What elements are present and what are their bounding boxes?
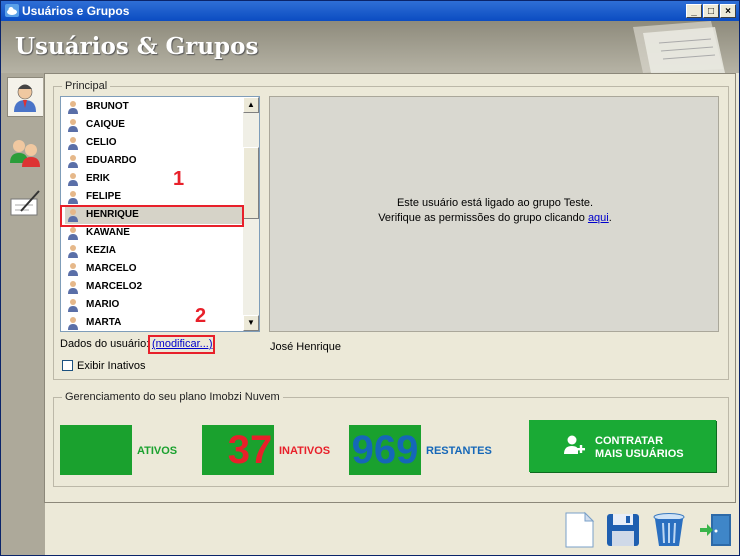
active-count-value (60, 425, 132, 475)
user-name: MARIO (86, 299, 120, 310)
scroll-up-button[interactable]: ▲ (243, 97, 259, 113)
plan-legend: Gerenciamento do seu plano Imobzi Nuvem (62, 391, 283, 403)
new-document-icon[interactable] (561, 511, 597, 549)
cta-line-1: CONTRATAR (595, 435, 664, 447)
app-window: Usuários e Grupos _ □ × Usuários & Grupo… (0, 0, 740, 556)
list-item-user[interactable]: EDUARDO (65, 152, 243, 170)
user-icon (68, 263, 78, 276)
group-icon (10, 140, 40, 167)
list-item-user[interactable]: ERIK (65, 170, 243, 188)
annotation-number-1: 1 (173, 168, 185, 190)
user-icon (68, 245, 78, 258)
list-item-user[interactable]: MARCELO (65, 260, 243, 278)
permissions-here-link[interactable]: aqui (588, 212, 609, 224)
list-item-user[interactable]: CAIQUE (65, 116, 243, 134)
user-icon (68, 281, 78, 294)
hire-more-users-button[interactable]: CONTRATAR MAIS USUÁRIOS (529, 420, 716, 472)
list-item-user[interactable]: KEZIA (65, 242, 243, 260)
list-item-user[interactable]: FELIPE (65, 188, 243, 206)
list-item-user[interactable]: CELIO (65, 134, 243, 152)
annotation-box-1 (60, 205, 244, 227)
sidebar-users-button[interactable] (7, 77, 43, 117)
user-icon (68, 173, 78, 186)
user-name: EDUARDO (86, 155, 137, 166)
user-name: BRUNOT (86, 101, 129, 112)
user-full-name: José Henrique (270, 341, 341, 353)
list-scrollbar[interactable]: ▲ ▼ (243, 97, 259, 331)
exit-door-icon[interactable] (699, 511, 735, 549)
user-icon (68, 155, 78, 168)
documents-decoration-icon (633, 21, 725, 73)
add-user-icon (564, 435, 585, 454)
permissions-info-end: . (608, 212, 612, 224)
group-info-text: Este usuário está ligado ao grupo Teste. (396, 197, 594, 209)
user-icon (68, 317, 78, 330)
cloud-app-icon (5, 4, 19, 17)
user-name: ERIK (86, 173, 110, 184)
user-name: MARTA (86, 317, 122, 328)
show-inactive-label: Exibir Inativos (77, 360, 146, 372)
scroll-down-button[interactable]: ▼ (243, 315, 259, 331)
close-button[interactable]: × (720, 4, 736, 18)
title-bar: Usuários e Grupos _ □ × (1, 1, 739, 21)
permissions-info-line: Verifique as permissões do grupo clicand… (270, 212, 720, 224)
active-label: ATIVOS (137, 445, 178, 457)
save-icon[interactable] (605, 511, 641, 549)
user-name: CELIO (86, 137, 117, 148)
user-icon (68, 191, 78, 204)
user-info-panel: Este usuário está ligado ao grupo Teste.… (269, 96, 719, 332)
header-banner: Usuários & Grupos (1, 21, 739, 73)
show-inactive-checkbox[interactable] (62, 360, 73, 371)
annotation-box-2 (148, 335, 215, 354)
maximize-button[interactable]: □ (703, 4, 719, 18)
principal-legend: Principal (62, 80, 111, 92)
user-icon (68, 101, 78, 114)
trash-icon[interactable] (651, 511, 687, 549)
inactive-label: INATIVOS (279, 445, 331, 457)
user-data-label: Dados do usuário: (60, 338, 150, 350)
list-item-user[interactable]: BRUNOT (65, 98, 243, 116)
minimize-button[interactable]: _ (686, 4, 702, 18)
annotation-number-2: 2 (195, 305, 207, 327)
user-name: KEZIA (86, 245, 116, 256)
scroll-thumb[interactable] (243, 147, 259, 219)
list-item-user[interactable]: MARTA (65, 314, 243, 331)
user-name: FELIPE (86, 191, 122, 202)
user-icon (14, 84, 36, 112)
list-item-user[interactable]: MARIO (65, 296, 243, 314)
edit-icon (10, 190, 40, 216)
left-sidebar (1, 73, 45, 555)
user-name: CAIQUE (86, 119, 125, 130)
remaining-count-value: 969 (351, 428, 419, 472)
remaining-label: RESTANTES (426, 445, 492, 457)
user-name: MARCELO (86, 263, 137, 274)
user-icon (68, 299, 78, 312)
user-name: KAWANE (86, 227, 130, 238)
sidebar-permissions-button[interactable] (7, 185, 43, 225)
user-icon (68, 119, 78, 132)
cta-line-2: MAIS USUÁRIOS (595, 448, 684, 460)
sidebar-groups-button[interactable] (7, 133, 43, 173)
user-icon (68, 137, 78, 150)
user-icon (68, 227, 78, 240)
permissions-info-text: Verifique as permissões do grupo clicand… (378, 212, 588, 224)
window-title: Usuários e Grupos (22, 4, 130, 18)
page-title: Usuários & Grupos (15, 33, 259, 60)
list-item-user[interactable]: MARCELO2 (65, 278, 243, 296)
user-name: MARCELO2 (86, 281, 143, 292)
